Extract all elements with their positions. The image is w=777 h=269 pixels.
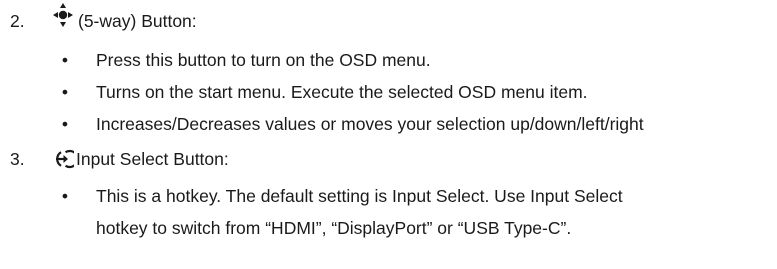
input-select-icon [52,148,74,170]
bullet-text-line: This is a hotkey. The default setting is… [96,186,623,206]
bullet-item: • Turns on the start menu. Execute the s… [0,76,777,108]
item-title: Input Select Button: [76,148,229,169]
bullet-text: Turns on the start menu. Execute the sel… [96,82,588,102]
item-heading-input-select-button: 3. Input Select Button: [0,146,777,172]
bullet-text: Increases/Decreases values or moves your… [96,114,644,134]
bullet-item: • This is a hotkey. The default setting … [0,180,777,244]
item-heading-5-way-button: 2. (5-way) Button: [0,3,777,34]
bullet-dot: • [61,82,69,102]
bullet-text: Press this button to turn on the OSD men… [96,50,431,70]
bullet-dot: • [61,186,69,206]
bullet-dot: • [61,50,69,70]
five-way-navigation-icon [52,3,74,27]
item-title: (5-way) Button: [78,10,197,31]
item-number: 3. [10,148,25,169]
bullet-text-line: hotkey to switch from “HDMI”, “DisplayPo… [96,218,572,238]
manual-page: 2. (5-way) Button: • Press this button t… [0,0,777,269]
bullet-item: • Press this button to turn on the OSD m… [0,44,777,76]
bullet-item: • Increases/Decreases values or moves yo… [0,108,777,140]
item-number: 2. [10,10,25,31]
bullet-dot: • [61,114,69,134]
